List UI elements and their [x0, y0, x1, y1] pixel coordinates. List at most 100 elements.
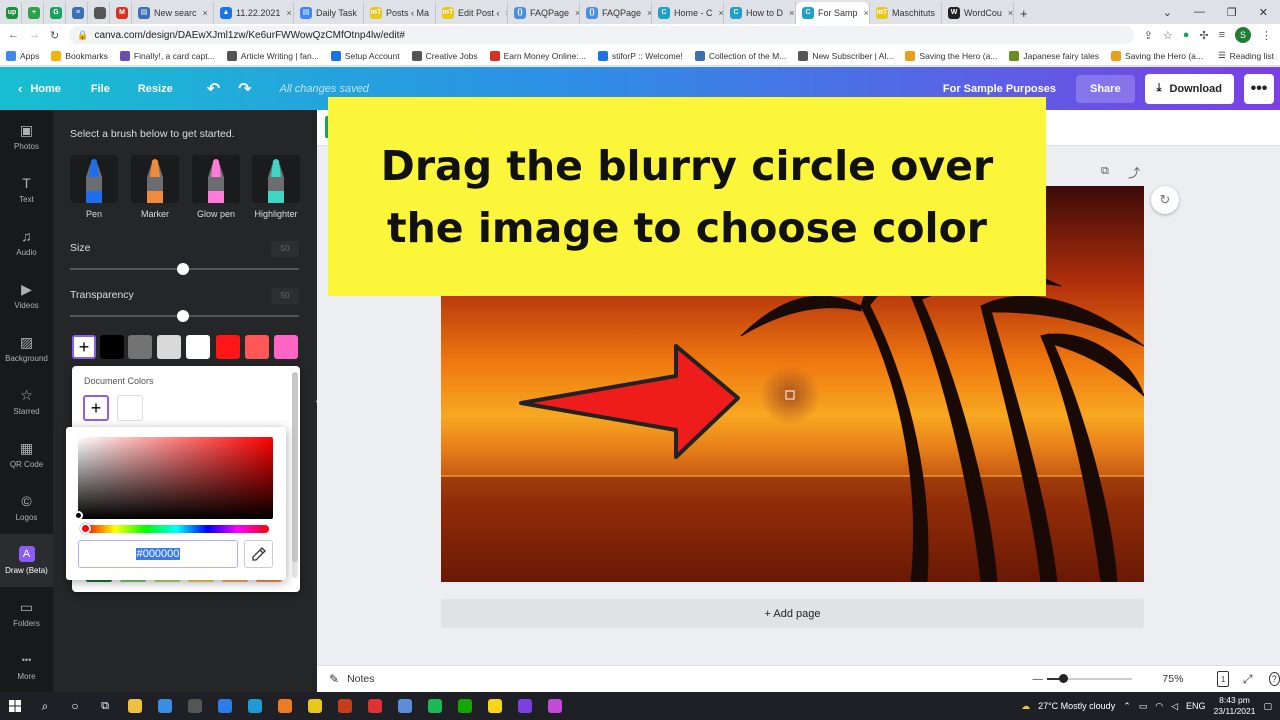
sidebar-item-background[interactable]: ▨ Background [0, 322, 53, 375]
clock[interactable]: 8:43 pm 23/11/2021 [1214, 695, 1256, 717]
reload-icon[interactable]: ↻ [50, 29, 59, 42]
sidebar-item-qr-code[interactable]: ▦ QR Code [0, 428, 53, 481]
browser-tab[interactable]: M [110, 2, 132, 24]
profile-avatar[interactable]: S [1235, 27, 1251, 43]
design-title[interactable]: For Sample Purposes [943, 83, 1056, 95]
close-tab-icon[interactable]: × [789, 8, 794, 18]
browser-tab[interactable]: ≡ [66, 2, 88, 24]
bookmark-item[interactable]: Finally!, a card capt... [119, 50, 215, 61]
puzzle-icon[interactable]: ✣ [1199, 29, 1208, 42]
minimize-icon[interactable]: — [1194, 6, 1205, 18]
notes-icon[interactable]: ✎ [329, 672, 339, 686]
weather-text[interactable]: 27°C Mostly cloudy [1038, 701, 1115, 711]
media-icon[interactable]: ≡ [1219, 29, 1225, 41]
eyedropper-button[interactable] [244, 540, 273, 568]
canva-icon[interactable] [540, 692, 570, 720]
file-menu-button[interactable]: File [91, 83, 110, 95]
document-color-swatch[interactable] [117, 395, 143, 421]
edit-icon[interactable] [390, 692, 420, 720]
close-tab-icon[interactable]: × [203, 8, 208, 18]
bookmark-item[interactable]: Japanese fairy tales [1009, 50, 1099, 61]
bookmark-item[interactable]: Collection of the M... [694, 50, 786, 61]
file-explorer-icon[interactable] [120, 692, 150, 720]
sidebar-item-text[interactable]: T Text [0, 163, 53, 216]
close-window-icon[interactable]: ✕ [1259, 6, 1268, 19]
hue-handle[interactable] [80, 523, 91, 534]
task-view-icon[interactable]: ⧉ [90, 692, 120, 720]
maximize-icon[interactable]: ❐ [1227, 6, 1237, 19]
undo-icon[interactable]: ↶ [207, 79, 220, 99]
back-icon[interactable]: ← [8, 29, 19, 41]
browser-menu-icon[interactable]: ⋮ [1261, 29, 1272, 42]
home-button[interactable]: ‹ Home [18, 81, 61, 96]
size-slider-knob[interactable] [177, 263, 189, 275]
browser-tab[interactable]: C For Samp × [796, 2, 870, 24]
new-tab-button[interactable]: + [1014, 2, 1034, 24]
resize-button[interactable]: Resize [138, 83, 173, 95]
color-swatch[interactable] [274, 335, 298, 359]
zoom-out-icon[interactable]: — [1033, 673, 1044, 685]
color-swatch[interactable] [128, 335, 152, 359]
fullscreen-icon[interactable]: ⤢ [1243, 672, 1253, 687]
browser-tab[interactable]: C How to D × [724, 2, 796, 24]
sidebar-item-photo[interactable]: ▣ Photos [0, 110, 53, 163]
url-input[interactable]: 🔒 canva.com/design/DAEwXJml1zw/Ke6urFWWo… [69, 26, 1134, 44]
bookmark-item[interactable]: Creative Jobs [411, 50, 478, 61]
wifi-icon[interactable]: ◠ [1155, 701, 1163, 712]
close-tab-icon[interactable]: × [864, 8, 869, 18]
size-value[interactable]: 50 [271, 241, 299, 257]
refresh-icon[interactable]: ↻ [1151, 186, 1179, 214]
help-icon[interactable]: ? [1268, 672, 1280, 686]
reading-list-button[interactable]: ☰ Reading list [1218, 50, 1274, 61]
sidebar-item-draw[interactable]: A Draw (Beta) [0, 534, 53, 587]
brush-glow-pen[interactable]: Glow pen [192, 155, 240, 219]
page-count-button[interactable]: 1 [1217, 671, 1229, 687]
calculator-icon[interactable] [180, 692, 210, 720]
bookmark-item[interactable]: Saving the Hero (a... [1111, 50, 1203, 61]
color-swatch[interactable] [157, 335, 181, 359]
browser-tab[interactable]: ▲ 11.22.2021 × [214, 2, 294, 24]
bookmark-item[interactable]: Earn Money Online:... [489, 50, 586, 61]
firefox-icon[interactable] [270, 692, 300, 720]
app-icon[interactable] [510, 692, 540, 720]
cortana-icon[interactable]: ○ [60, 692, 90, 720]
sidebar-item-logo[interactable]: © Logos [0, 481, 53, 534]
bookmark-item[interactable]: Setup Account [330, 50, 400, 61]
extension-icon[interactable]: ● [1183, 29, 1190, 41]
language-indicator[interactable]: ENG [1186, 701, 1206, 711]
color-swatch[interactable] [100, 335, 124, 359]
brush-pen[interactable]: Pen [70, 155, 118, 219]
sidebar-item-music[interactable]: ♫ Audio [0, 216, 53, 269]
edge-icon[interactable] [240, 692, 270, 720]
hue-slider[interactable] [80, 523, 269, 534]
browser-tab[interactable]: {} FAQPage × [508, 2, 580, 24]
zoom-slider-knob[interactable] [1059, 674, 1068, 683]
browser-tab[interactable]: ▤ New searc × [132, 2, 214, 24]
browser-tab[interactable]: mTPosts ‹ Ma× [364, 2, 436, 24]
notes-icon[interactable] [480, 692, 510, 720]
add-color-button[interactable]: + [72, 335, 96, 359]
close-tab-icon[interactable]: × [1008, 8, 1013, 18]
add-document-color-button[interactable]: + [83, 395, 109, 421]
sidebar-item-folder[interactable]: ▭ Folders [0, 587, 53, 640]
more-options-button[interactable]: ••• [1244, 73, 1274, 104]
color-swatch[interactable] [245, 335, 269, 359]
share-page-icon[interactable]: ⇪ [1144, 29, 1153, 42]
search-icon[interactable]: ⌕ [30, 692, 60, 720]
sidebar-item-more[interactable]: ••• More [0, 640, 53, 693]
forward-icon[interactable]: → [29, 29, 40, 41]
zoom-level[interactable]: 75% [1162, 673, 1183, 685]
browser-tab[interactable]: ▤Daily Task× [294, 2, 364, 24]
hex-color-input[interactable]: #000000 [78, 540, 238, 568]
start-button[interactable] [0, 692, 30, 720]
notes-button[interactable]: Notes [347, 673, 374, 685]
bookmark-item[interactable]: Bookmarks [51, 50, 108, 61]
network-icon[interactable]: ▭ [1139, 701, 1148, 712]
color-swatch[interactable] [216, 335, 240, 359]
bookmark-item[interactable]: Saving the Hero (a... [905, 50, 997, 61]
browser-tab[interactable]: mTMaschituts× [870, 2, 942, 24]
browser-tab[interactable]: C Home - C × [652, 2, 724, 24]
spotify-icon[interactable] [420, 692, 450, 720]
saturation-value-picker[interactable] [74, 437, 273, 520]
zoom-slider[interactable] [1047, 674, 1133, 683]
